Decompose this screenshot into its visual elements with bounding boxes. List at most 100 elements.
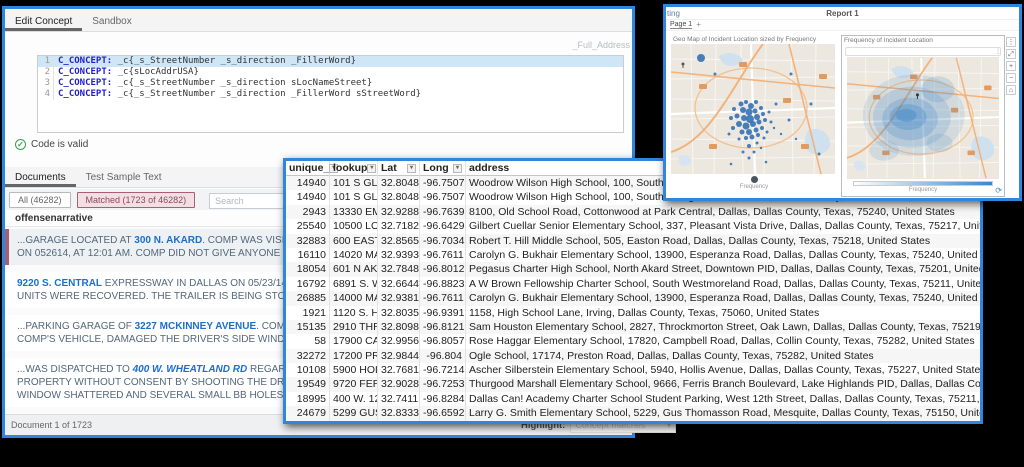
- filter-dropdown-icon[interactable]: ▾: [367, 164, 376, 173]
- code-line[interactable]: 3 C_CONCEPT: _c{_s_StreetNumber _s_direc…: [38, 78, 623, 89]
- col-header-long[interactable]: Long ▾: [420, 161, 466, 176]
- cell-lat: 32.8098: [378, 320, 420, 334]
- cell-unique: 18054: [286, 262, 330, 276]
- cell-long: -96.7214: [420, 363, 466, 377]
- table-row[interactable]: 32272 17200 PRE 32.9844 -96.804 Ogle Sch…: [286, 349, 980, 363]
- cell-lookup: 600 EAST L: [330, 234, 378, 248]
- tab-sandbox[interactable]: Sandbox: [82, 11, 141, 31]
- cell-long: -96.804: [420, 349, 466, 363]
- table-row[interactable]: 16110 14020 MA 32.9393 -96.7611 Carolyn …: [286, 248, 980, 262]
- table-row[interactable]: 25540 10500 LON 32.7182 -96.6429 Gilbert…: [286, 219, 980, 233]
- line-number: 2: [38, 67, 54, 78]
- table-row[interactable]: 24679 5299 GUS 32.8333 -96.6592 Larry G.…: [286, 406, 980, 420]
- concept-match-address: 300 N. AKARD: [134, 235, 202, 246]
- table-row[interactable]: 10108 5900 HOL 32.7681 -96.7214 Ascher S…: [286, 363, 980, 377]
- cell-address: Thurgood Marshall Elementary School, 966…: [466, 377, 980, 391]
- legend-label: Frequency: [671, 184, 837, 190]
- concept-match-address: 9220 S. CENTRAL: [17, 278, 102, 289]
- cell-unique: 18995: [286, 392, 330, 406]
- line-number: 3: [38, 78, 54, 89]
- table-row[interactable]: 58 17900 CAM 32.9956 -96.8057 Rose Hagga…: [286, 334, 980, 348]
- heat-map-canvas[interactable]: [847, 57, 999, 179]
- filter-dropdown-icon[interactable]: ▾: [453, 164, 462, 173]
- cell-lookup: 101 S GLA: [330, 190, 378, 204]
- table-row[interactable]: 1921 1120 S. HI 32.8035 -96.9391 1158, H…: [286, 306, 980, 320]
- cell-address: Ogle School, 17174, Preston Road, Dallas…: [466, 349, 980, 363]
- cell-lat: 32.9288: [378, 205, 420, 219]
- cell-unique: 10108: [286, 363, 330, 377]
- cell-unique: 24679: [286, 406, 330, 420]
- cell-long: -96.7253: [420, 377, 466, 391]
- home-icon[interactable]: ⌂: [1006, 85, 1016, 95]
- cell-long: -96.7639: [420, 205, 466, 219]
- tab-test-sample-text[interactable]: Test Sample Text: [76, 167, 172, 187]
- table-row[interactable]: 2943 13330 EM 32.9288 -96.7639 8100, Old…: [286, 205, 980, 219]
- table-row[interactable]: 32883 600 EAST L 32.8565 -96.7034 Robert…: [286, 234, 980, 248]
- cell-unique: 16792: [286, 277, 330, 291]
- frequency-gradient-icon: [853, 181, 993, 186]
- table-row[interactable]: 26885 14000 MA 32.9381 -96.7611 Carolyn …: [286, 291, 980, 305]
- cell-long: -96.8121: [420, 320, 466, 334]
- code-text: C_CONCEPT: _c{_s_StreetNumber _s_directi…: [54, 56, 356, 67]
- panel-toolbar: ⋮ ⤢ + − ⌂: [1006, 37, 1016, 95]
- cell-lookup: 14020 MA: [330, 248, 378, 262]
- code-line[interactable]: 2 C_CONCEPT: _c{sLocAddrUSA}: [38, 67, 623, 78]
- report-window: ting Report 1 Page 1 + Geo Map of Incide…: [663, 4, 1022, 201]
- add-page-icon[interactable]: +: [696, 21, 701, 29]
- report-title: Report 1: [666, 9, 1019, 18]
- cell-address: Rose Haggar Elementary School, 17820, Ca…: [466, 334, 980, 348]
- refresh-icon[interactable]: ⟳: [995, 187, 1002, 195]
- concept-code-editor[interactable]: 1 C_CONCEPT: _c{_s_StreetNumber _s_direc…: [37, 55, 624, 133]
- cell-lat: 32.8048: [378, 176, 420, 190]
- page-tab[interactable]: Page 1: [670, 21, 692, 29]
- geo-map-panel[interactable]: Geo Map of Incident Location sized by Fr…: [671, 35, 837, 195]
- cell-address: Carolyn G. Bukhair Elementary School, 13…: [466, 248, 980, 262]
- cell-lat: 32.7848: [378, 262, 420, 276]
- cell-unique: 1921: [286, 306, 330, 320]
- code-line[interactable]: 1 C_CONCEPT: _c{_s_StreetNumber _s_direc…: [38, 56, 623, 67]
- zoom-in-icon[interactable]: +: [1006, 61, 1016, 71]
- map-filter-bar[interactable]: ⋮: [845, 47, 1001, 56]
- cell-lat: 32.7411: [378, 392, 420, 406]
- cell-long: -96.7611: [420, 248, 466, 262]
- cell-lat: 32.9381: [378, 291, 420, 305]
- cell-long: -96.6592: [420, 406, 466, 420]
- col-header-unique[interactable]: unique_ ▾: [286, 161, 330, 176]
- geo-map-canvas[interactable]: [671, 44, 835, 174]
- table-body: 14940 101 S GLA 32.8048 -96.7507 Woodrow…: [286, 176, 980, 421]
- report-page-bar: Page 1 +: [666, 20, 1019, 31]
- col-header-lat[interactable]: Lat ▾: [378, 161, 420, 176]
- cell-lookup: 14000 MA: [330, 291, 378, 305]
- code-line[interactable]: 4 C_CONCEPT: _c{_s_StreetNumber _s_direc…: [38, 89, 623, 100]
- cell-address: Robert T. Hill Middle School, 505, Easto…: [466, 234, 980, 248]
- tab-edit-concept[interactable]: Edit Concept: [5, 11, 82, 31]
- tab-documents[interactable]: Documents: [5, 167, 76, 187]
- cell-lookup: 5299 GUS: [330, 406, 378, 420]
- table-row[interactable]: 19549 9720 FERR 32.9028 -96.7253 Thurgoo…: [286, 377, 980, 391]
- filter-dropdown-icon[interactable]: ▾: [407, 164, 416, 173]
- expand-icon[interactable]: ⤢: [1006, 49, 1016, 59]
- table-row[interactable]: 18054 601 N AKA 32.7848 -96.8012 Pegasus…: [286, 262, 980, 276]
- heat-map-panel[interactable]: Frequency of Incident Location ⋮: [841, 35, 1005, 197]
- panel-menu-icon[interactable]: ⋮: [995, 48, 1001, 55]
- cell-address: Gilbert Cuellar Senior Elementary School…: [466, 219, 980, 233]
- panel-menu-icon[interactable]: ⋮: [1006, 37, 1016, 47]
- table-row[interactable]: 15135 2910 THRO 32.8098 -96.8121 Sam Hou…: [286, 320, 980, 334]
- code-status-text: Code is valid: [31, 139, 88, 150]
- filter-all-button[interactable]: All (46282): [9, 192, 71, 208]
- col-header-lookup[interactable]: lookup ▾: [330, 161, 378, 176]
- cell-long: -96.7507: [420, 176, 466, 190]
- cell-lat: 32.8035: [378, 306, 420, 320]
- filter-matched-button[interactable]: Matched (1723 of 46282): [77, 192, 196, 208]
- zoom-out-icon[interactable]: −: [1006, 73, 1016, 83]
- code-text: C_CONCEPT: _c{_s_StreetNumber _s_directi…: [54, 89, 421, 100]
- concept-match-address: 400 W. WHEATLAND RD: [133, 364, 248, 375]
- cell-lookup: 2910 THRO: [330, 320, 378, 334]
- cell-lat: 32.7681: [378, 363, 420, 377]
- cell-unique: 16110: [286, 248, 330, 262]
- cell-long: -96.7611: [420, 291, 466, 305]
- table-row[interactable]: 18995 400 W. 12 32.7411 -96.8284 Dallas …: [286, 392, 980, 406]
- table-row[interactable]: 16792 6891 S. W 32.6644 -96.8823 A W Bro…: [286, 277, 980, 291]
- cell-unique: 32272: [286, 349, 330, 363]
- cell-lookup: 6891 S. W: [330, 277, 378, 291]
